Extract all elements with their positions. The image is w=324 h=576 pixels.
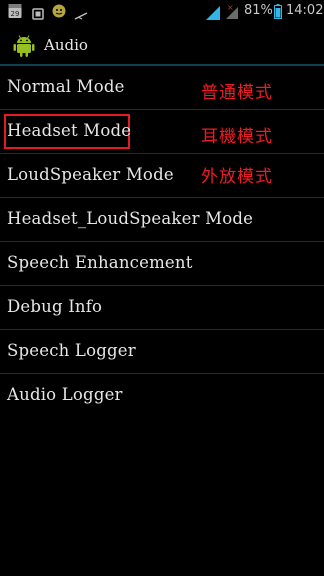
list-item-normal-mode[interactable]: Normal Mode 普通模式 — [0, 66, 324, 110]
list-item-label: Speech Enhancement — [7, 253, 193, 272]
annotation-headset-mode: 耳機模式 — [201, 127, 273, 147]
annotation-loudspeaker-mode: 外放模式 — [201, 167, 273, 187]
list-item-debug-info[interactable]: Debug Info — [0, 286, 324, 330]
calendar-date: 29 — [11, 10, 20, 18]
annotation-normal-mode: 普通模式 — [201, 83, 273, 103]
clock: 14:02 — [286, 3, 324, 18]
audio-mode-list: Normal Mode 普通模式 Headset Mode 耳機模式 LoudS… — [0, 66, 324, 418]
list-item-label: Headset_LoudSpeaker Mode — [7, 209, 254, 228]
list-item-audio-logger[interactable]: Audio Logger — [0, 374, 324, 418]
battery-percent: 81% — [244, 3, 273, 18]
list-item-label: Normal Mode — [7, 77, 125, 96]
usb-debug-icon — [52, 3, 66, 22]
status-bar: 29 × 81% 14:02 — [0, 0, 324, 24]
battery-icon — [274, 4, 282, 23]
page-title: Audio — [44, 36, 88, 54]
android-robot-icon[interactable] — [12, 34, 36, 62]
list-item-headset-loudspeaker-mode[interactable]: Headset_LoudSpeaker Mode — [0, 198, 324, 242]
list-item-headset-mode[interactable]: Headset Mode 耳機模式 — [0, 110, 324, 154]
list-item-label: Audio Logger — [7, 385, 123, 404]
screenshot-icon — [32, 5, 44, 24]
list-item-label: LoudSpeaker Mode — [7, 165, 174, 184]
list-item-label: Speech Logger — [7, 341, 136, 360]
svg-text:×: × — [227, 3, 234, 12]
list-item-label: Headset Mode — [7, 121, 132, 140]
signal-icon — [206, 5, 220, 24]
usb-icon — [74, 6, 88, 25]
list-item-speech-enhancement[interactable]: Speech Enhancement — [0, 242, 324, 286]
list-item-loudspeaker-mode[interactable]: LoudSpeaker Mode 外放模式 — [0, 154, 324, 198]
calendar-icon: 29 — [8, 3, 22, 23]
list-item-speech-logger[interactable]: Speech Logger — [0, 330, 324, 374]
signal-no-data-icon: × — [224, 3, 240, 23]
list-item-label: Debug Info — [7, 297, 103, 316]
